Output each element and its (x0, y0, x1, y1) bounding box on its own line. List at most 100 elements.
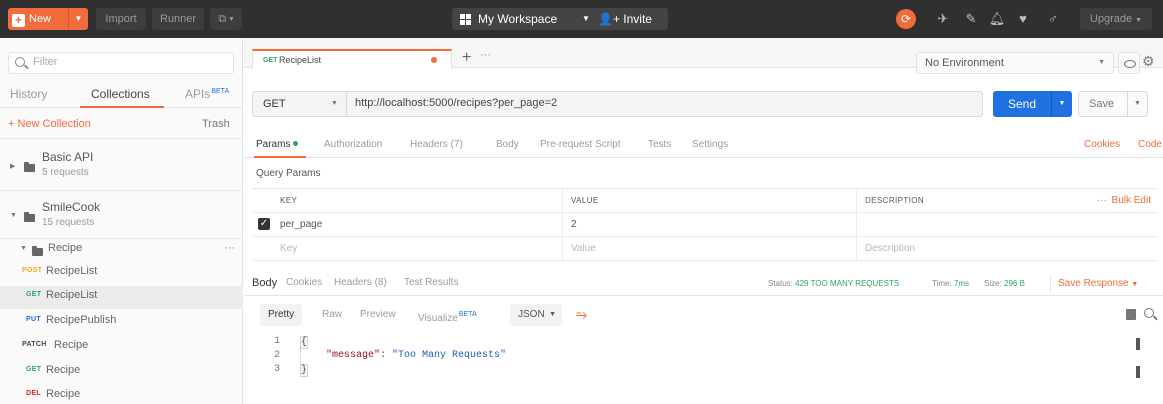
chevron-down-icon[interactable]: ▼ (1127, 92, 1147, 116)
new-window-button[interactable]: ⧉ ▾ (210, 8, 242, 30)
view-visualize[interactable]: VisualizeBETA (410, 304, 485, 326)
collection-name: SmileCook (42, 200, 101, 214)
chevron-down-icon[interactable]: ▼ (1051, 91, 1072, 117)
request-get-recipe[interactable]: GET Recipe (0, 361, 243, 384)
tab-tests[interactable]: Tests (648, 139, 671, 150)
trash-link[interactable]: Trash (202, 118, 230, 130)
filter-input[interactable] (33, 56, 223, 68)
runner-button[interactable]: Runner (152, 8, 204, 30)
cookies-link[interactable]: Cookies (1084, 139, 1120, 150)
invite-button[interactable]: 👤+ Invite (598, 8, 652, 30)
tab-response-headers[interactable]: Headers (8) (334, 277, 387, 288)
param-key[interactable]: per_page (252, 213, 562, 236)
size-value: 296 B (1004, 279, 1025, 288)
import-button[interactable]: Import (96, 8, 146, 30)
chevron-down-icon: ▼ (1135, 17, 1143, 24)
url-bar: GET ▼ (252, 91, 983, 117)
request-delete-recipe[interactable]: DEL Recipe (0, 385, 243, 404)
bell-icon[interactable]: 🔔︎ (988, 10, 1006, 28)
folder-name: Recipe (48, 242, 83, 254)
more-icon[interactable]: ··· (1097, 195, 1107, 206)
format-select[interactable]: JSON ▼ (510, 304, 562, 326)
search-icon[interactable] (1144, 308, 1154, 318)
method-badge: GET (26, 291, 42, 298)
tab-params[interactable]: Params (256, 139, 299, 150)
view-pretty[interactable]: Pretty (260, 304, 303, 326)
time-value: 7ms (953, 279, 970, 288)
add-tab-button[interactable]: + (462, 49, 471, 67)
tab-headers[interactable]: Headers (7) (410, 139, 463, 150)
eye-icon[interactable] (1118, 52, 1140, 74)
tab-body[interactable]: Body (496, 139, 519, 150)
tab-pre-request-script[interactable]: Pre-request Script (540, 139, 621, 150)
code-link[interactable]: Code (1138, 139, 1162, 150)
request-patch-recipe[interactable]: PATCH Recipe (0, 336, 243, 359)
line-number: 2 (273, 350, 280, 361)
request-name: Recipe (46, 388, 81, 400)
collection-smilecook[interactable]: ▼ SmileCook 15 requests (0, 198, 243, 238)
search-icon (15, 57, 25, 67)
key-input[interactable]: Key (252, 237, 562, 260)
satellite-icon[interactable]: ✈ (934, 10, 952, 28)
response-body-editor[interactable]: 1 2 3 { "message": "Too Many Requests" } (252, 334, 1157, 404)
json-line: "message": "Too Many Requests" (326, 350, 506, 361)
more-icon[interactable]: ··· (224, 242, 235, 254)
workspace-grid-icon (460, 14, 471, 25)
more-tabs-button[interactable]: ··· (480, 49, 491, 61)
bulk-edit-link[interactable]: Bulk Edit (1112, 195, 1151, 206)
url-input[interactable] (355, 97, 975, 109)
save-response-button[interactable]: Save Response ▼ (1058, 278, 1138, 289)
tab-collections[interactable]: Collections (91, 87, 150, 101)
environment-select[interactable]: No Environment ▼ (916, 52, 1114, 74)
param-value[interactable]: 2 (562, 213, 856, 236)
description-input[interactable]: Description (856, 237, 1157, 260)
tab-history[interactable]: History (10, 87, 47, 101)
time-text: Time: 7ms (932, 279, 969, 288)
view-raw[interactable]: Raw (314, 304, 350, 326)
collection-basic-api[interactable]: ▶ Basic API 5 requests (0, 148, 243, 188)
tab-settings[interactable]: Settings (692, 139, 728, 150)
heart-icon[interactable]: ♥ (1014, 10, 1032, 28)
param-description[interactable] (856, 213, 1157, 236)
tab-authorization[interactable]: Authorization (324, 139, 382, 150)
send-button[interactable]: Send ▼ (993, 91, 1072, 117)
request-get-recipelist[interactable]: GET RecipeList (0, 286, 243, 309)
active-dot-icon (293, 141, 299, 146)
folder-recipe[interactable]: ▼ Recipe ··· (0, 239, 243, 262)
folder-icon (24, 162, 35, 172)
request-name: RecipePublish (46, 314, 117, 326)
new-button[interactable]: + New ▼ (8, 8, 88, 30)
tab-response-cookies[interactable]: Cookies (286, 277, 322, 288)
new-collection-button[interactable]: + New Collection (8, 118, 91, 130)
request-name: RecipeList (46, 265, 98, 277)
tab-response-body[interactable]: Body (252, 277, 277, 289)
tab-apis[interactable]: APIsBETA (185, 87, 229, 101)
tab-recipelist[interactable]: GET RecipeList (252, 49, 452, 69)
wrench-icon[interactable]: ✎ (962, 10, 980, 28)
scrollbar-thumb[interactable] (1136, 366, 1140, 378)
copy-icon[interactable] (1126, 309, 1136, 320)
wrap-lines-icon[interactable]: ⥱ (576, 306, 592, 322)
folder-icon (32, 246, 43, 256)
scrollbar-thumb[interactable] (1136, 338, 1140, 350)
workspace-selector[interactable]: My Workspace ▼ 👤+ Invite (452, 8, 668, 30)
chevron-down-icon: ▼ (549, 311, 556, 318)
view-preview[interactable]: Preview (352, 304, 404, 326)
chevron-down-icon[interactable]: ▼ (68, 8, 88, 30)
profile-icon[interactable]: ♂ (1044, 10, 1062, 28)
save-button[interactable]: Save ▼ (1078, 91, 1148, 117)
size-label: Size: (984, 279, 1002, 288)
tab-test-results[interactable]: Test Results (404, 277, 458, 288)
gear-icon[interactable]: ⚙ (1142, 53, 1155, 70)
sync-icon[interactable]: ⟳ (896, 9, 916, 29)
value-input[interactable]: Value (562, 237, 856, 260)
method-select[interactable]: GET ▼ (253, 92, 347, 116)
request-put-recipepublish[interactable]: PUT RecipePublish (0, 311, 243, 334)
request-post-recipelist[interactable]: POST RecipeList (0, 262, 243, 285)
tab-method: GET (263, 57, 278, 64)
sidebar: History Collections APIsBETA + New Colle… (0, 38, 243, 404)
request-name: RecipeList (46, 289, 98, 301)
filter-box[interactable] (8, 52, 234, 74)
upgrade-button[interactable]: Upgrade ▼ (1080, 8, 1152, 30)
params-table: KEY VALUE DESCRIPTION ··· Bulk Edit ✓ pe… (252, 188, 1157, 266)
